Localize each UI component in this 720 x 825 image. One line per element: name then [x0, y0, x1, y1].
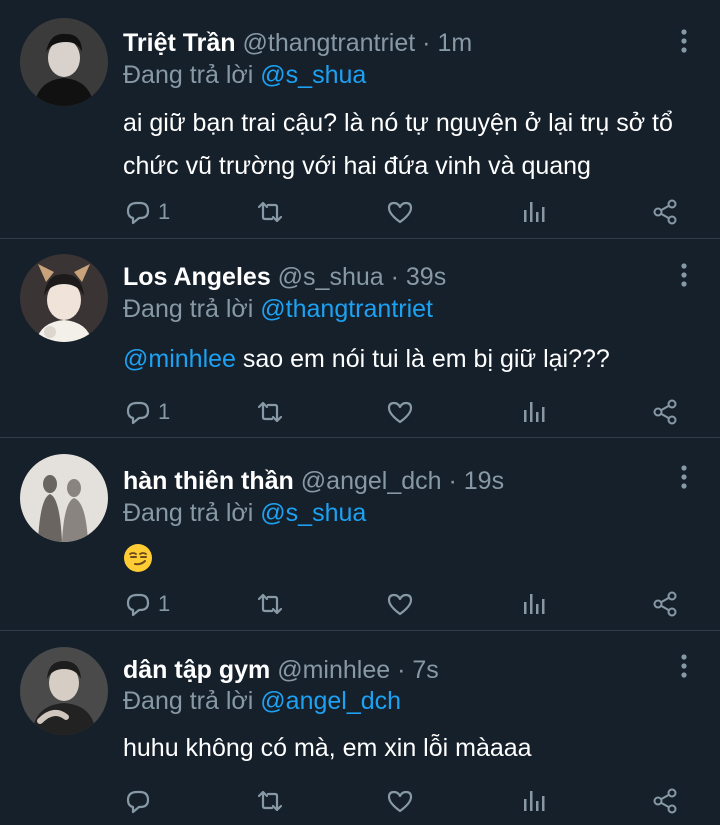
handle[interactable]: @minhlee — [277, 656, 390, 684]
display-name[interactable]: hàn thiên thần — [123, 467, 294, 495]
reply-button[interactable]: 1 — [124, 194, 170, 230]
analytics-button[interactable] — [520, 783, 548, 819]
share-icon — [651, 398, 679, 426]
display-name[interactable]: Los Angeles — [123, 263, 271, 291]
replying-to-label: Đang trả lời — [123, 687, 254, 715]
tweet[interactable]: Los Angeles @s_shua · 39s Đang trả lời @… — [0, 240, 720, 435]
share-button[interactable] — [651, 394, 679, 430]
tweet-header: dân tập gym @minhlee · 7s — [123, 655, 439, 685]
reply-count: 1 — [158, 399, 171, 424]
tweet[interactable]: hàn thiên thần @angel_dch · 19s Đang trả… — [0, 438, 720, 630]
analytics-button[interactable] — [520, 586, 548, 622]
tweet-text: huhu không có mà, em xin lỗi màaaa — [123, 734, 532, 762]
tweet-actions: 1 — [0, 394, 720, 430]
retweet-button[interactable] — [256, 394, 284, 430]
timestamp[interactable]: 39s — [406, 263, 446, 291]
display-name[interactable]: dân tập gym — [123, 656, 270, 684]
replying-to: Đang trả lời @angel_dch — [123, 686, 401, 716]
replying-to-mention[interactable]: @angel_dch — [260, 687, 401, 715]
replying-to-mention[interactable]: @s_shua — [260, 499, 366, 527]
reply-button[interactable]: 1 — [124, 394, 170, 430]
heart-icon — [386, 198, 414, 226]
tweet-actions — [0, 783, 720, 819]
like-button[interactable] — [386, 194, 414, 230]
timestamp[interactable]: 1m — [437, 29, 472, 57]
share-button[interactable] — [651, 194, 679, 230]
replying-to: Đang trả lời @thangtrantriet — [123, 294, 433, 324]
avatar[interactable] — [20, 18, 108, 106]
divider — [0, 238, 720, 239]
heart-icon — [386, 398, 414, 426]
replying-to-label: Đang trả lời — [123, 499, 254, 527]
analytics-icon — [520, 590, 548, 618]
reply-button[interactable] — [124, 783, 158, 819]
text-mention[interactable]: @minhlee — [123, 345, 236, 373]
heart-icon — [386, 787, 414, 815]
retweet-icon — [256, 787, 284, 815]
tweet-text: @minhlee sao em nói tui là em bị giữ lại… — [123, 338, 703, 381]
share-icon — [651, 787, 679, 815]
separator: · — [397, 656, 406, 684]
analytics-icon — [520, 198, 548, 226]
avatar[interactable] — [20, 454, 108, 542]
tweet-text-body: sao em nói tui là em bị giữ lại??? — [235, 345, 610, 373]
analytics-icon — [520, 787, 548, 815]
analytics-button[interactable] — [520, 194, 548, 230]
share-icon — [651, 590, 679, 618]
replying-to-label: Đang trả lời — [123, 61, 254, 89]
more-vertical-icon[interactable] — [674, 26, 694, 56]
analytics-icon — [520, 398, 548, 426]
display-name[interactable]: Triệt Trần — [123, 29, 236, 57]
reply-count: 1 — [158, 591, 171, 616]
more-vertical-icon[interactable] — [674, 462, 694, 492]
reply-count: 1 — [158, 199, 171, 224]
retweet-button[interactable] — [256, 194, 284, 230]
share-button[interactable] — [651, 783, 679, 819]
heart-icon — [386, 590, 414, 618]
retweet-icon — [256, 198, 284, 226]
avatar[interactable] — [20, 647, 108, 735]
tweet-header: Triệt Trần @thangtrantriet · 1m — [123, 28, 472, 58]
retweet-icon — [256, 398, 284, 426]
tweet-header: hàn thiên thần @angel_dch · 19s — [123, 466, 504, 496]
replying-to: Đang trả lời @s_shua — [123, 60, 366, 90]
smirk-emoji-icon — [123, 543, 153, 573]
tweet-header: Los Angeles @s_shua · 39s — [123, 262, 446, 292]
replying-to-mention[interactable]: @thangtrantriet — [260, 295, 433, 323]
like-button[interactable] — [386, 783, 414, 819]
retweet-button[interactable] — [256, 586, 284, 622]
replying-to-mention[interactable]: @s_shua — [260, 61, 366, 89]
reply-icon — [124, 787, 152, 815]
timestamp[interactable]: 7s — [412, 656, 438, 684]
reply-icon — [124, 198, 152, 226]
tweet[interactable]: dân tập gym @minhlee · 7s Đang trả lời @… — [0, 631, 720, 825]
timestamp[interactable]: 19s — [464, 467, 504, 495]
like-button[interactable] — [386, 586, 414, 622]
tweet[interactable]: Triệt Trần @thangtrantriet · 1m Đang trả… — [0, 0, 720, 238]
separator: · — [422, 29, 431, 57]
share-button[interactable] — [651, 586, 679, 622]
handle[interactable]: @thangtrantriet — [243, 29, 416, 57]
tweet-actions: 1 — [0, 586, 720, 622]
reply-icon — [124, 398, 152, 426]
separator: · — [390, 263, 399, 291]
tweet-text: ai giữ bạn trai cậu? là nó tự nguyện ở l… — [123, 109, 673, 180]
retweet-icon — [256, 590, 284, 618]
separator: · — [448, 467, 457, 495]
retweet-button[interactable] — [256, 783, 284, 819]
analytics-button[interactable] — [520, 394, 548, 430]
share-icon — [651, 198, 679, 226]
reply-button[interactable]: 1 — [124, 586, 170, 622]
avatar[interactable] — [20, 254, 108, 342]
handle[interactable]: @angel_dch — [301, 467, 442, 495]
more-vertical-icon[interactable] — [674, 651, 694, 681]
tweet-text — [123, 536, 703, 579]
like-button[interactable] — [386, 394, 414, 430]
reply-icon — [124, 590, 152, 618]
handle[interactable]: @s_shua — [278, 263, 384, 291]
replying-to-label: Đang trả lời — [123, 295, 254, 323]
replying-to: Đang trả lời @s_shua — [123, 498, 366, 528]
tweet-actions: 1 — [0, 194, 720, 230]
more-vertical-icon[interactable] — [674, 260, 694, 290]
